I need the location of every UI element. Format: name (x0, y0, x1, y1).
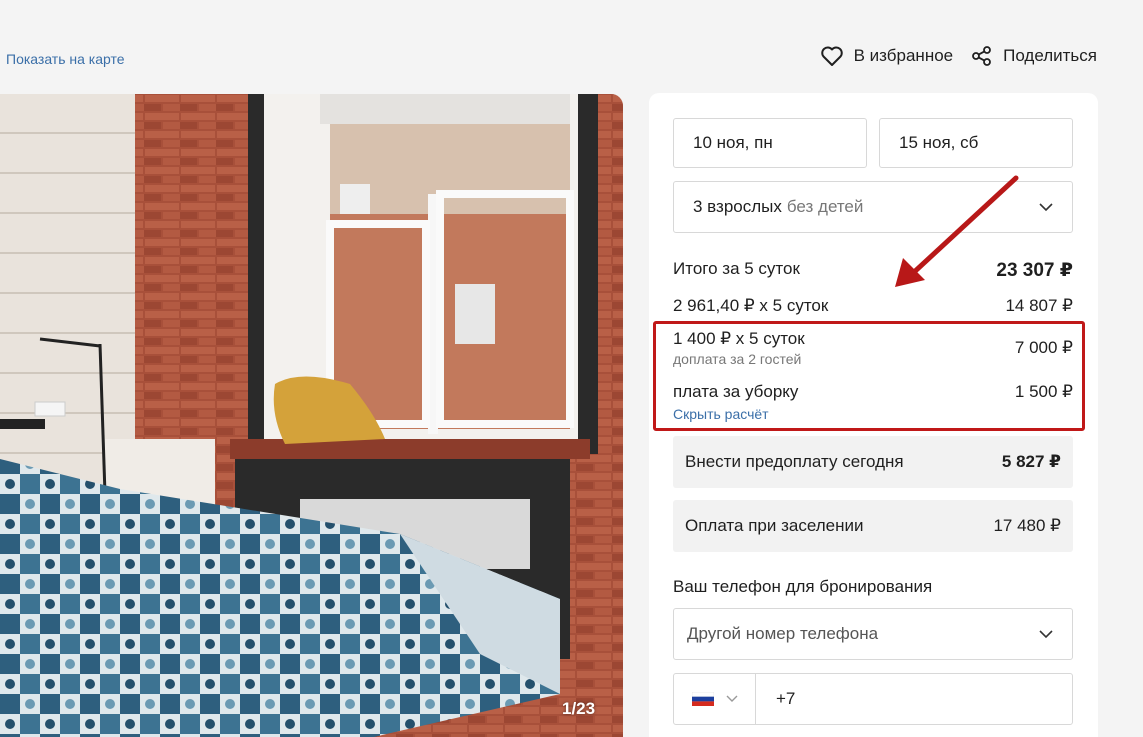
share-icon (972, 46, 992, 66)
total-row: Итого за 5 суток 23 307 ₽ (673, 259, 1073, 282)
country-code-select[interactable] (674, 674, 756, 724)
heart-icon (820, 46, 843, 66)
guests-sub: без детей (786, 197, 864, 216)
phone-input-row (673, 673, 1073, 725)
chevron-down-icon (1039, 630, 1053, 639)
guests-main: 3 взрослых (693, 197, 782, 216)
show-on-map-link[interactable]: Показать на карте (6, 51, 125, 67)
prepay-value: 5 827 ₽ (1001, 452, 1061, 471)
phone-select-value: Другой номер телефона (687, 624, 879, 643)
prepay-box: Внести предоплату сегодня 5 827 ₽ (673, 436, 1073, 488)
chevron-down-icon (1039, 203, 1053, 212)
guests-select[interactable]: 3 взрослых без детей (673, 181, 1073, 233)
booking-card: 10 ноя, пн 15 ноя, сб 3 взрослых без дет… (649, 93, 1098, 737)
base-price-row: 2 961,40 ₽ х 5 суток 14 807 ₽ (673, 296, 1073, 316)
top-actions: В избранное Поделиться (820, 45, 1097, 67)
share-button[interactable]: Поделиться (971, 45, 1097, 67)
checkin-date-field[interactable]: 10 ноя, пн (673, 118, 867, 168)
phone-label: Ваш телефон для бронирования (673, 577, 933, 596)
cleaning-fee-label: плата за уборку (673, 382, 799, 401)
checkin-payment-box: Оплата при заселении 17 480 ₽ (673, 500, 1073, 552)
chevron-down-icon (726, 695, 737, 702)
extra-guests-row: 1 400 ₽ х 5 суток доплата за 2 гостей 7 … (673, 329, 1073, 367)
base-price-value: 14 807 ₽ (1005, 296, 1073, 315)
extra-guests-sub: доплата за 2 гостей (673, 351, 802, 367)
total-label: Итого за 5 суток (673, 259, 800, 278)
russia-flag-icon (691, 692, 714, 706)
share-label: Поделиться (1003, 46, 1097, 65)
checkout-date-field[interactable]: 15 ноя, сб (879, 118, 1073, 168)
favorite-label: В избранное (853, 46, 954, 65)
total-value: 23 307 ₽ (996, 260, 1073, 281)
room-photo[interactable] (0, 94, 623, 737)
base-price-label: 2 961,40 ₽ х 5 суток (673, 296, 829, 315)
checkin-payment-value: 17 480 ₽ (993, 516, 1061, 535)
prepay-label: Внести предоплату сегодня (685, 452, 904, 471)
photo-counter: 1/23 (562, 699, 596, 718)
phone-number-input[interactable] (756, 674, 1072, 724)
extra-guests-value: 7 000 ₽ (1014, 338, 1073, 357)
phone-select[interactable]: Другой номер телефона (673, 608, 1073, 660)
cleaning-fee-row: плата за уборку 1 500 ₽ (673, 382, 1073, 402)
checkin-payment-label: Оплата при заселении (685, 516, 864, 535)
extra-guests-label: 1 400 ₽ х 5 суток (673, 329, 805, 348)
hide-calculation-link[interactable]: Скрыть расчёт (673, 406, 769, 422)
room-photo-illustration (0, 94, 623, 737)
cleaning-fee-value: 1 500 ₽ (1014, 382, 1073, 401)
favorite-button[interactable]: В избранное (820, 45, 954, 67)
